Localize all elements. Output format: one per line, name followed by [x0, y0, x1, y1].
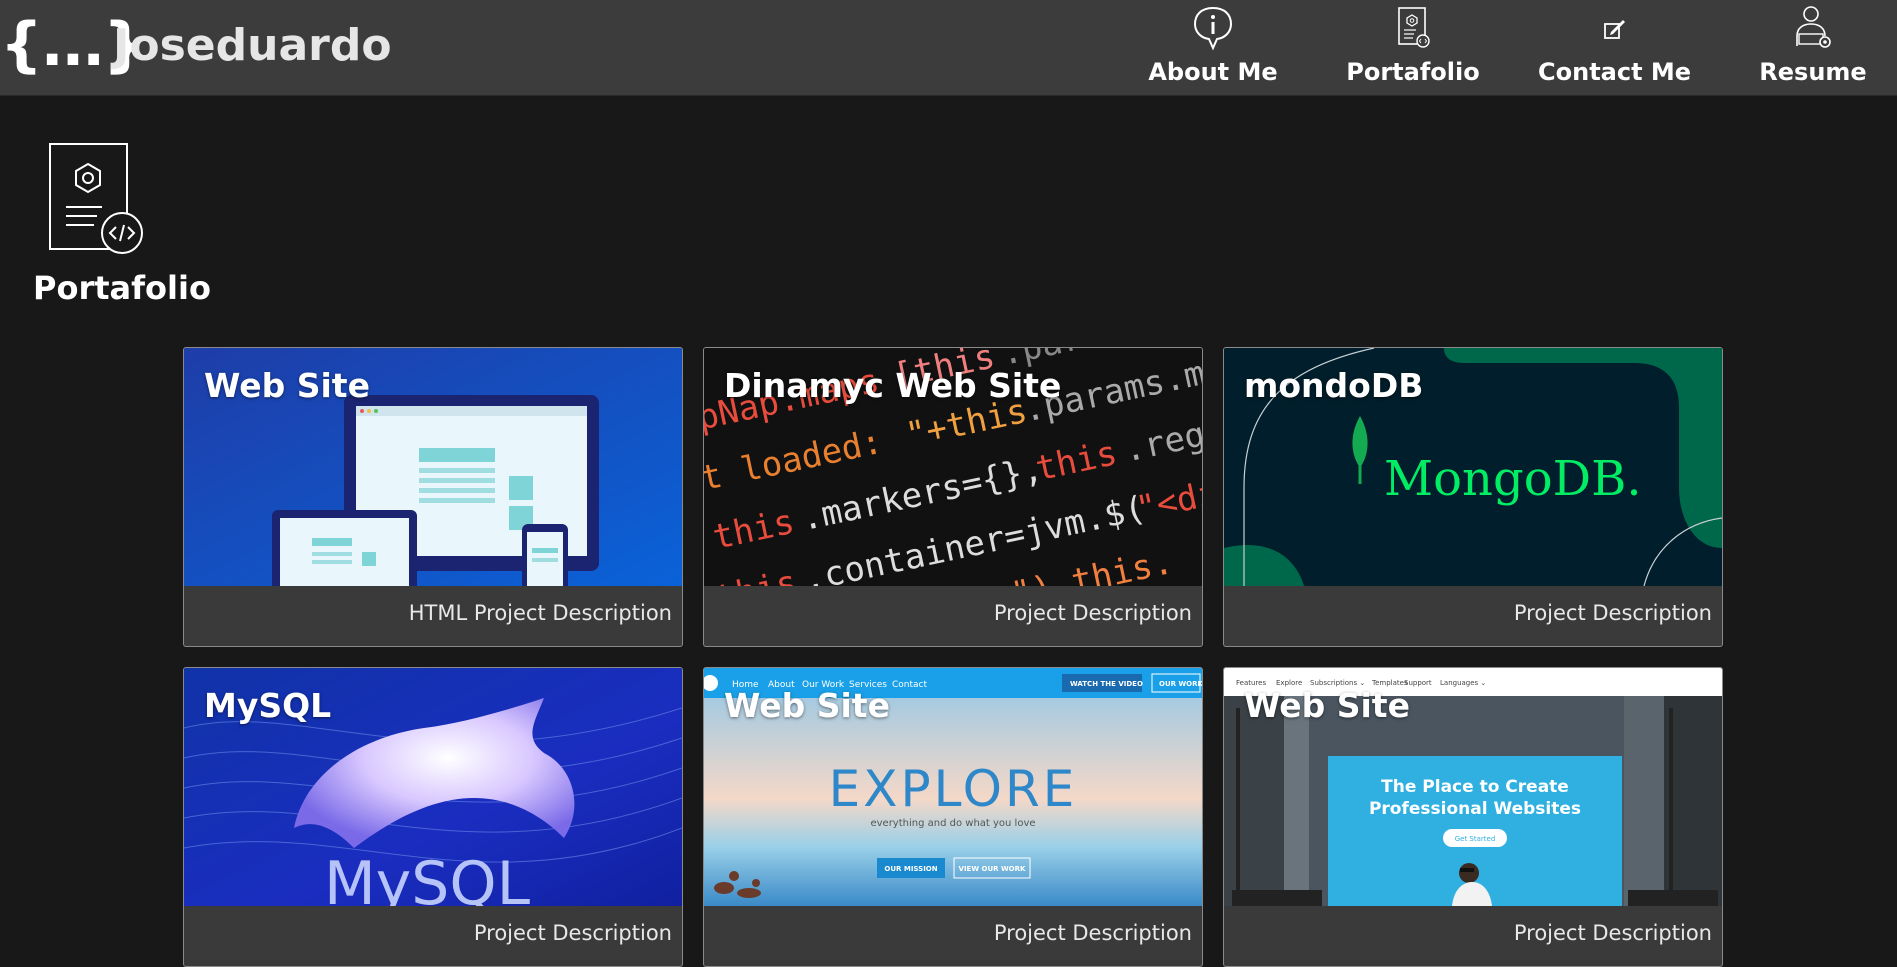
nav-about-me-label: About Me	[1148, 58, 1278, 86]
edit-note-icon	[1604, 20, 1625, 39]
nav-contact-me-label: Contact Me	[1538, 58, 1692, 86]
card-title: Web Site	[1244, 686, 1410, 725]
portfolio-document-icon	[1398, 7, 1430, 48]
card-description: Project Description	[993, 921, 1192, 945]
nav-contact-me[interactable]: Contact Me	[1538, 0, 1692, 95]
card-title: Web Site	[724, 686, 890, 725]
section-title: Portafolio	[33, 269, 211, 307]
info-bubble-icon	[1193, 6, 1233, 51]
nav-about-me[interactable]: About Me	[1138, 0, 1288, 95]
project-card[interactable]: Web Site HTML Project Description	[183, 347, 683, 647]
svg-text:Get Started: Get Started	[1455, 835, 1496, 843]
card-title: mondoDB	[1244, 366, 1424, 405]
card-description: HTML Project Description	[408, 601, 672, 625]
svg-text:Languages ⌄: Languages ⌄	[1440, 679, 1486, 687]
card-title: MySQL	[204, 686, 332, 725]
svg-text:OUR MISSION: OUR MISSION	[884, 865, 937, 873]
svg-text:WATCH THE VIDEO: WATCH THE VIDEO	[1070, 680, 1143, 688]
svg-text:The Place to Create: The Place to Create	[1381, 777, 1569, 797]
site-header: {...} Joseduardo About Me Portafolio Con…	[0, 0, 1897, 96]
portfolio-document-icon	[49, 143, 143, 254]
svg-text:EXPLORE: EXPLORE	[829, 760, 1078, 818]
card-title: Dinamyc Web Site	[724, 366, 1062, 405]
person-gear-icon	[1796, 6, 1831, 48]
brand-name[interactable]: Joseduardo	[113, 18, 392, 74]
card-description: Project Description	[473, 921, 672, 945]
svg-text:Professional Websites: Professional Websites	[1369, 799, 1581, 819]
svg-text:VIEW OUR WORK: VIEW OUR WORK	[959, 865, 1026, 873]
nav-portafolio-label: Portafolio	[1346, 58, 1480, 86]
nav-resume[interactable]: Resume	[1738, 0, 1888, 95]
card-description: Project Description	[1513, 601, 1712, 625]
nav-portafolio[interactable]: Portafolio	[1338, 0, 1488, 95]
project-card[interactable]: pNap.maps[this.par ot loaded: "+this.par…	[703, 347, 1203, 647]
nav-resume-label: Resume	[1759, 58, 1867, 86]
project-card[interactable]: Home About Our Work Services Contact WAT…	[703, 667, 1203, 967]
card-description: Project Description	[993, 601, 1192, 625]
card-title: Web Site	[204, 366, 370, 405]
project-card[interactable]: MongoDB. mondoDB Project Description	[1223, 347, 1723, 647]
project-card[interactable]: MySQL MySQL Project Description	[183, 667, 683, 967]
mongodb-wordmark: MongoDB.	[1384, 451, 1642, 507]
mysql-wordmark: MySQL	[324, 849, 531, 906]
svg-text:Contact: Contact	[892, 680, 927, 690]
project-card[interactable]: Features Explore Subscriptions ⌄ Templat…	[1223, 667, 1723, 967]
svg-text:OUR WORK: OUR WORK	[1159, 680, 1202, 688]
card-description: Project Description	[1513, 921, 1712, 945]
svg-text:everything and do what you lov: everything and do what you love	[870, 818, 1035, 829]
